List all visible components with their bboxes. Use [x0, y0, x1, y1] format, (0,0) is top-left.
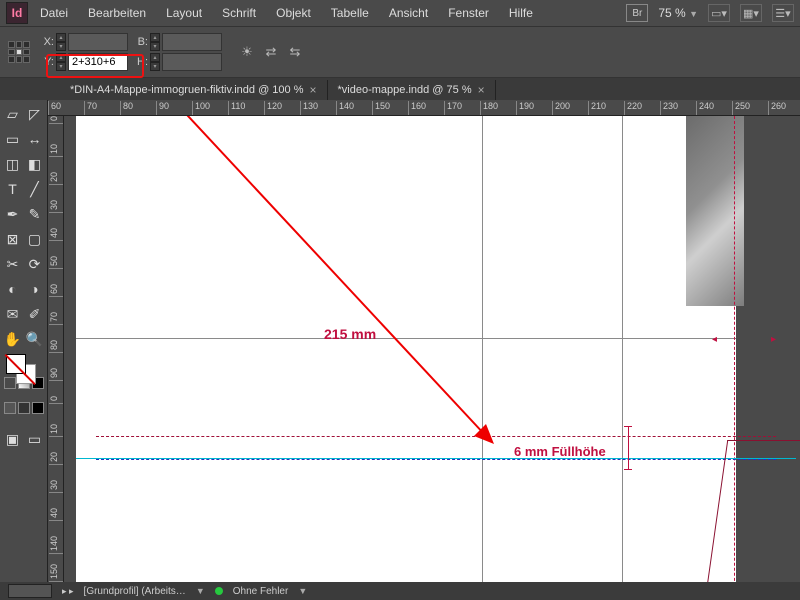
rectangle-tool[interactable]: ▢ [24, 227, 45, 251]
status-bar: ▸ ▸ [Grundprofil] (Arbeits… ▼ Ohne Fehle… [0, 582, 800, 600]
app-badge: Id [6, 2, 28, 24]
hand-tool[interactable]: ✋ [2, 327, 23, 351]
vertical-ruler[interactable]: 0102030405060708090010203040140150160 [48, 116, 64, 582]
menu-layout[interactable]: Layout [158, 4, 210, 22]
guide-vertical-1[interactable] [482, 116, 483, 582]
x-stepper[interactable]: ▴▾ [56, 33, 66, 51]
align-icon-1[interactable]: ⇄ [262, 43, 280, 61]
close-icon[interactable]: × [310, 83, 317, 97]
h-label: H: [134, 56, 148, 68]
pen-tool[interactable]: ✒ [2, 202, 23, 226]
constrain-icon[interactable]: ☀ [238, 43, 256, 61]
w-input[interactable] [162, 33, 222, 51]
gradient-swatch-tool[interactable]: ◐ [2, 277, 23, 301]
direct-selection-tool[interactable]: ◸ [24, 102, 45, 126]
menu-tabelle[interactable]: Tabelle [323, 4, 377, 22]
zoom-readout[interactable]: 75 % ▼ [658, 6, 698, 20]
gap-tool[interactable]: ↔ [24, 127, 45, 151]
view-mode-row[interactable] [2, 402, 45, 426]
w-label: B: [134, 36, 148, 48]
content-collector-tool[interactable]: ◫ [2, 152, 23, 176]
fold-shape[interactable] [705, 440, 800, 582]
guide-vertical-2[interactable] [622, 116, 623, 582]
h-input[interactable] [162, 53, 222, 71]
screen-mode-tool[interactable]: ▣ [2, 427, 23, 451]
doc-tab-2[interactable]: *video-mappe.indd @ 75 %× [328, 80, 496, 100]
horizontal-ruler[interactable]: 6070809010011012013014015016017018019020… [48, 100, 800, 116]
fill-stroke-swatch[interactable] [2, 352, 45, 388]
guide-blue-dashed[interactable] [96, 459, 776, 460]
h-stepper[interactable]: ▴▾ [150, 53, 160, 71]
menu-schrift[interactable]: Schrift [214, 4, 264, 22]
preflight-status-icon [215, 587, 223, 595]
canvas-area[interactable]: 215 mm 6 mm Füllhöhe [64, 116, 800, 582]
status-profile[interactable]: [Grundprofil] (Arbeits… [84, 586, 186, 597]
control-bar: X: ▴▾ Y: ▴▾ B: ▴▾ H: ▴▾ ☀ ⇄ ⇆ [0, 26, 800, 78]
preview-mode-tool[interactable]: ▭ [24, 427, 45, 451]
chevron-down-icon[interactable]: ▼ [298, 586, 307, 596]
guide-red-dashed[interactable] [96, 436, 776, 437]
doc-tab-1[interactable]: *DIN-A4-Mappe-immogruen-fiktiv.indd @ 10… [60, 80, 328, 100]
chevron-down-icon[interactable]: ▼ [196, 586, 205, 596]
rectangle-frame-tool[interactable]: ⊠ [2, 227, 23, 251]
arrange-icon[interactable]: ▦▾ [740, 4, 762, 22]
align-icon-2[interactable]: ⇆ [286, 43, 304, 61]
x-input[interactable] [68, 33, 128, 51]
eyedropper-tool[interactable]: ✐ [24, 302, 45, 326]
document-tabs: *DIN-A4-Mappe-immogruen-fiktiv.indd @ 10… [0, 78, 800, 100]
screen-mode-icon[interactable]: ▭▾ [708, 4, 730, 22]
guide-horizontal-mid[interactable] [76, 338, 736, 339]
menu-fenster[interactable]: Fenster [440, 4, 497, 22]
menu-datei[interactable]: Datei [32, 4, 76, 22]
menu-hilfe[interactable]: Hilfe [501, 4, 541, 22]
placed-image[interactable] [686, 116, 744, 306]
close-icon[interactable]: × [478, 83, 485, 97]
menu-bearbeiten[interactable]: Bearbeiten [80, 4, 154, 22]
line-tool[interactable]: ╱ [24, 177, 45, 201]
preflight-status-text[interactable]: Ohne Fehler [233, 586, 289, 597]
annotation-215mm: 215 mm [324, 326, 376, 342]
zoom-tool[interactable]: 🔍 [24, 327, 45, 351]
page-tool[interactable]: ▭ [2, 127, 23, 151]
workspace-icon[interactable]: ☰▾ [772, 4, 794, 22]
reference-point-grid[interactable] [8, 41, 30, 63]
y-input[interactable] [68, 53, 128, 71]
transform-tool[interactable]: ⟳ [24, 252, 45, 276]
pencil-tool[interactable]: ✎ [24, 202, 45, 226]
w-stepper[interactable]: ▴▾ [150, 33, 160, 51]
menu-ansicht[interactable]: Ansicht [381, 4, 436, 22]
content-placer-tool[interactable]: ◧ [24, 152, 45, 176]
document-page[interactable]: 215 mm 6 mm Füllhöhe [76, 116, 736, 582]
y-label: Y: [40, 56, 54, 68]
dimension-bracket-v [624, 426, 632, 470]
type-tool[interactable]: T [2, 177, 23, 201]
page-number-input[interactable] [8, 584, 52, 598]
menu-bar: Id Datei Bearbeiten Layout Schrift Objek… [0, 0, 800, 26]
menu-objekt[interactable]: Objekt [268, 4, 319, 22]
scissors-tool[interactable]: ✂ [2, 252, 23, 276]
chevron-icon[interactable]: ▸ ▸ [62, 586, 74, 597]
x-label: X: [40, 36, 54, 48]
gradient-feather-tool[interactable]: ◑ [24, 277, 45, 301]
chevron-down-icon: ▼ [689, 9, 698, 19]
bridge-badge[interactable]: Br [626, 4, 648, 22]
callout-arrow [134, 116, 504, 452]
toolbox: ▱ ◸ ▭ ↔ ◫ ◧ T ╱ ✒ ✎ ⊠ ▢ ✂ ⟳ ◐ ◑ ✉ ✐ ✋ 🔍 … [0, 100, 48, 582]
selection-tool[interactable]: ▱ [2, 102, 23, 126]
note-tool[interactable]: ✉ [2, 302, 23, 326]
y-stepper[interactable]: ▴▾ [56, 53, 66, 71]
annotation-6mm: 6 mm Füllhöhe [514, 444, 606, 459]
